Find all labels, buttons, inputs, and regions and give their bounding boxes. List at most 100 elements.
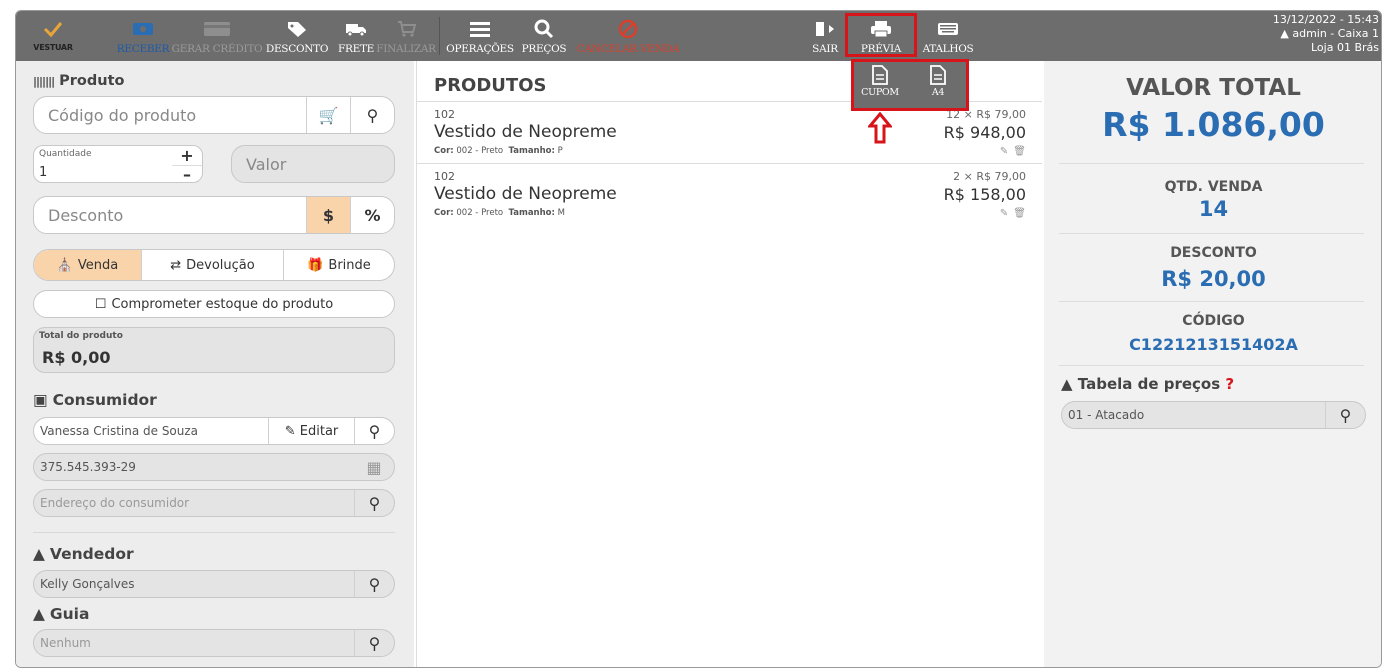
store-label: Loja 01 Brás (1311, 41, 1379, 54)
quantity-value[interactable]: 1 (39, 165, 47, 180)
guia-input[interactable]: Nenhum (34, 636, 354, 650)
sair-button[interactable]: SAIR (806, 11, 844, 61)
qtd-venda-label: QTD. VENDA (1164, 179, 1263, 195)
quantity-stepper[interactable]: Quantidade 1 + – (33, 145, 203, 184)
divider (1059, 301, 1364, 302)
row-actions: ✎ 🗑 (1000, 146, 1026, 157)
endereco-search-button[interactable]: ⚲ (354, 490, 394, 516)
sale-type-toggle: ⛪ Venda ⇄ Devolução 🎁 Brinde (33, 249, 395, 281)
consumidor-search-button[interactable]: ⚲ (354, 418, 394, 444)
gift-icon: 🎁 (307, 257, 324, 273)
gerar-credito-button[interactable]: GERAR CRÉDITO (172, 11, 263, 61)
consumidor-field[interactable]: Vanessa Cristina de Souza ✎ Editar ⚲ (33, 417, 395, 445)
toolbar: VESTUAR RECEBER GERAR CRÉDITO DESCONTO F… (16, 11, 1381, 61)
guia-search-button[interactable]: ⚲ (354, 630, 394, 656)
precos-label: PREÇOS (521, 43, 567, 55)
divider (1059, 233, 1364, 234)
search-icon: ⚲ (368, 574, 381, 594)
checkbox-icon: ☐ (94, 296, 107, 312)
consumidor-name[interactable]: Vanessa Cristina de Souza (34, 424, 268, 438)
frete-button[interactable]: FRETE (336, 11, 376, 61)
user-icon: ▲ (33, 605, 45, 623)
valor-input[interactable]: Valor (232, 155, 394, 174)
desconto-currency-button[interactable]: $ (306, 197, 350, 233)
product-search-button[interactable]: ⚲ (350, 97, 394, 133)
desconto-button[interactable]: DESCONTO (261, 11, 333, 61)
comprometer-estoque-checkbox[interactable]: ☐ Comprometer estoque do produto (33, 290, 395, 318)
desconto-total: R$ 20,00 (1161, 267, 1266, 291)
comprometer-label: Comprometer estoque do produto (111, 296, 334, 312)
plus-button[interactable]: + (172, 146, 202, 165)
finalizar-label: FINALIZAR (376, 43, 436, 55)
valor-field[interactable]: Valor (231, 145, 395, 183)
precos-button[interactable]: PREÇOS (519, 11, 569, 61)
consumidor-doc[interactable]: 375.545.393-29 (34, 460, 354, 474)
guia-section-title: ▲ Guia (33, 605, 90, 623)
cart-icon (396, 19, 416, 39)
consumidor-doc-field[interactable]: 375.545.393-29 ▦ (33, 453, 395, 481)
cart-button[interactable]: 🛒 (306, 97, 350, 133)
user-icon: ▲ (1280, 27, 1289, 40)
vendedor-search-button[interactable]: ⚲ (354, 571, 394, 597)
desconto-field[interactable]: Desconto $ % (33, 196, 395, 234)
pencil-icon: ✎ (284, 423, 296, 439)
search-icon: ⚲ (368, 633, 381, 653)
finalizar-button[interactable]: FINALIZAR (376, 11, 436, 61)
operacoes-button[interactable]: OPERAÇÕES (444, 11, 516, 61)
product-row[interactable]: 102 Vestido de Neopreme Cor: 002 - Preto… (417, 163, 1042, 225)
divider (1059, 365, 1364, 366)
total-produto-box: Total do produto R$ 0,00 (33, 327, 395, 373)
qtd-venda: 14 (1198, 197, 1229, 221)
datetime: 13/12/2022 - 15:43 (1272, 13, 1379, 26)
tabela-precos-value[interactable]: 01 - Atacado (1062, 408, 1325, 422)
product-code: 102 (434, 170, 455, 183)
tabela-precos-search-button[interactable]: ⚲ (1325, 402, 1365, 428)
total-produto-value: R$ 0,00 (42, 348, 111, 367)
search-icon: ⚲ (368, 493, 381, 513)
basket-icon: ▣ (33, 391, 48, 409)
trash-icon[interactable]: 🗑 (1013, 146, 1026, 157)
product-attributes: Cor: 002 - Preto Tamanho: M (434, 208, 565, 218)
product-code-input[interactable]: Código do produto (34, 106, 306, 125)
vendedor-field[interactable]: Kelly Gonçalves ⚲ (33, 570, 395, 598)
help-icon[interactable]: ? (1225, 375, 1234, 393)
left-panel: ||||||| Produto Código do produto 🛒 ⚲ Qua… (16, 61, 414, 667)
devolucao-option[interactable]: ⇄ Devolução (142, 250, 284, 280)
cancelar-venda-button[interactable]: CANCELAR VENDA (573, 11, 683, 61)
preview-menu-highlight (851, 59, 969, 111)
venda-option[interactable]: ⛪ Venda (34, 250, 142, 280)
endereco-field[interactable]: Endereço do consumidor ⚲ (33, 489, 395, 517)
operacoes-label: OPERAÇÕES (446, 43, 514, 55)
up-arrow-icon (866, 111, 894, 148)
tabela-precos-field[interactable]: 01 - Atacado ⚲ (1061, 401, 1366, 429)
session-info: 13/12/2022 - 15:43 ▲ admin - Caixa 1 Loj… (1273, 13, 1379, 55)
editar-consumidor-button[interactable]: ✎ Editar (268, 418, 354, 444)
logo-text: VESTUAR (33, 43, 73, 52)
truck-icon (345, 19, 367, 39)
product-name: Vestido de Neopreme (434, 122, 617, 142)
brinde-option[interactable]: 🎁 Brinde (284, 250, 394, 280)
user-info: ▲ admin - Caixa 1 (1273, 27, 1379, 41)
receber-button[interactable]: RECEBER (113, 11, 173, 61)
building-icon: ▦ (366, 457, 382, 477)
exchange-icon: ⇄ (170, 257, 182, 273)
products-title: PRODUTOS (434, 75, 547, 96)
product-code-field[interactable]: Código do produto 🛒 ⚲ (33, 96, 395, 134)
pencil-icon[interactable]: ✎ (1000, 146, 1008, 157)
desconto-input[interactable]: Desconto (34, 206, 306, 225)
money-icon (132, 19, 154, 39)
produto-section-title: ||||||| Produto (33, 73, 125, 89)
trash-icon[interactable]: 🗑 (1013, 208, 1026, 219)
atalhos-button[interactable]: ATALHOS (918, 11, 978, 61)
tag-icon (286, 19, 308, 39)
search-icon: ⚲ (368, 421, 381, 441)
pencil-icon[interactable]: ✎ (1000, 208, 1008, 219)
vendedor-value[interactable]: Kelly Gonçalves (34, 577, 354, 591)
user-icon: ▲ (1061, 375, 1073, 393)
minus-button[interactable]: – (172, 165, 202, 184)
codigo-label: CÓDIGO (1182, 313, 1245, 329)
guia-field[interactable]: Nenhum ⚲ (33, 629, 395, 657)
desconto-percent-button[interactable]: % (350, 197, 394, 233)
endereco-input[interactable]: Endereço do consumidor (34, 496, 354, 510)
product-attributes: Cor: 002 - Preto Tamanho: P (434, 146, 563, 156)
